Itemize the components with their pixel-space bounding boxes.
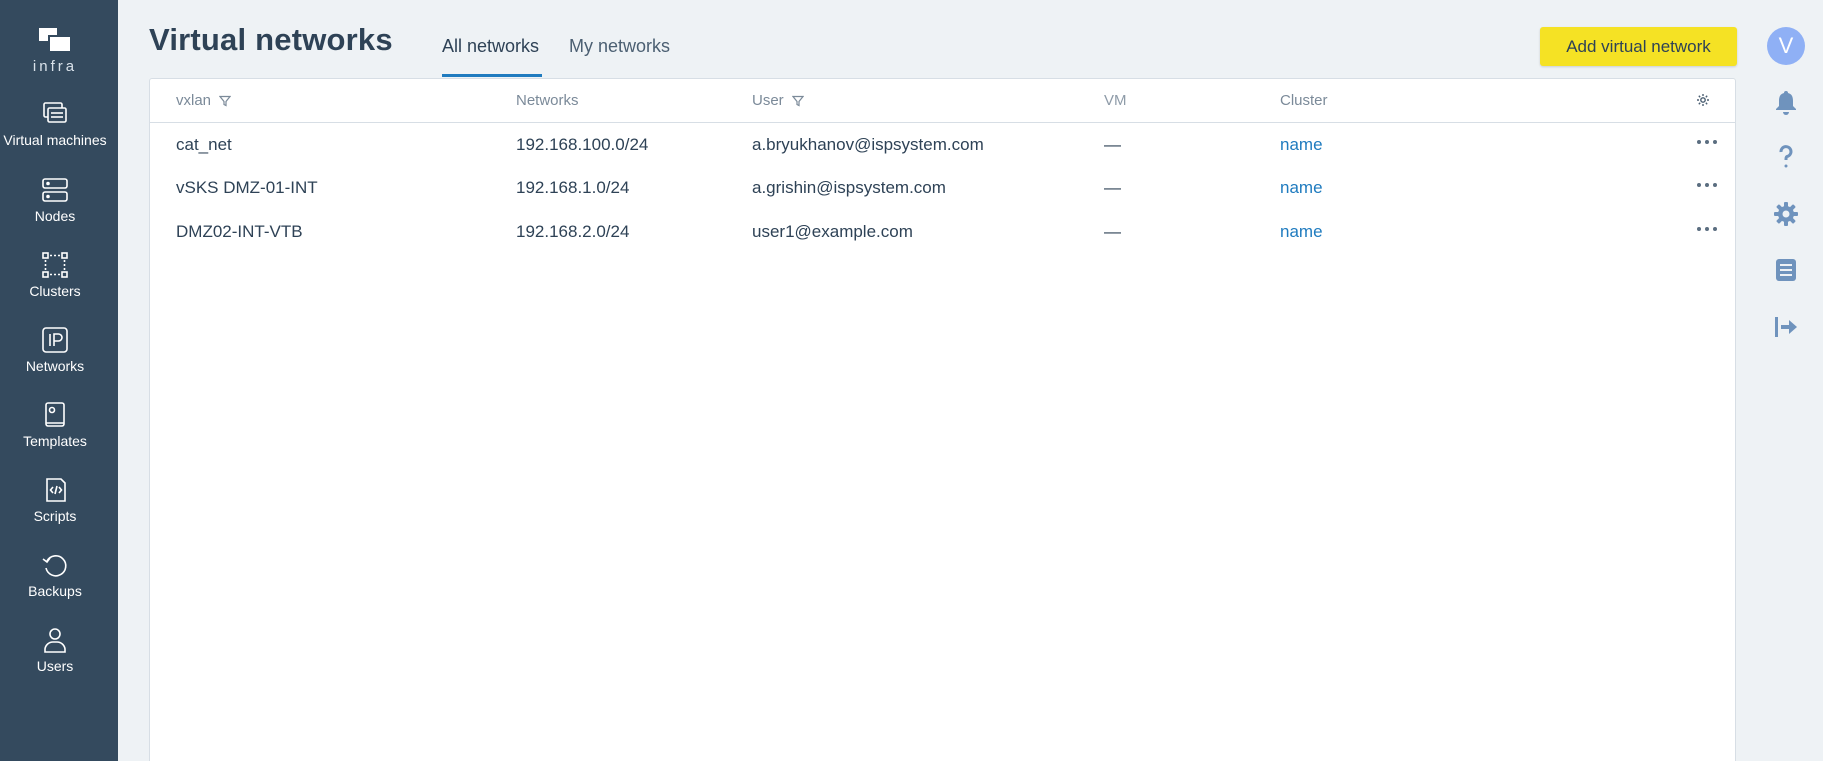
table-row[interactable]: vSKS DMZ-01-INT 192.168.1.0/24 a.grishin… [150, 166, 1735, 210]
notifications-button[interactable] [1772, 88, 1800, 116]
tab-all-networks[interactable]: All networks [442, 36, 539, 57]
column-header-label: VM [1104, 92, 1127, 109]
cell-cluster-link[interactable]: name [1280, 135, 1323, 155]
sidebar-item-label: Backups [28, 583, 82, 599]
list-icon [1776, 259, 1796, 281]
log-button[interactable] [1772, 256, 1800, 284]
column-header-cluster[interactable]: Cluster [1280, 92, 1328, 109]
column-header-networks[interactable]: Networks [516, 92, 579, 109]
sidebar-item-label: Users [36, 658, 74, 674]
settings-icon [1774, 202, 1798, 226]
sidebar-item-label: Networks [25, 358, 85, 374]
settings-button[interactable] [1772, 200, 1800, 228]
cell-vm: — [1104, 135, 1121, 154]
filter-icon[interactable] [791, 95, 804, 107]
logo[interactable]: infra [0, 26, 110, 75]
sidebar-item-networks[interactable]: Networks [0, 326, 110, 374]
cell-user: a.grishin@ispsystem.com [752, 178, 946, 197]
sidebar-item-label: Virtual machines [3, 132, 107, 148]
column-header-label: Networks [516, 92, 579, 109]
sidebar-item-label: Clusters [29, 283, 81, 299]
cell-user: user1@example.com [752, 222, 913, 241]
sidebar-item-label: Nodes [34, 208, 76, 224]
sidebar-item-nodes[interactable]: Nodes [0, 176, 110, 224]
nodes-icon [42, 178, 68, 202]
sidebar-item-virtual-machines[interactable]: Virtual machines [0, 100, 110, 148]
sidebar-item-scripts[interactable]: Scripts [0, 476, 110, 524]
table-header: vxlan Networks User VM Cluster [150, 79, 1735, 123]
help-icon [1779, 145, 1793, 168]
users-icon [44, 628, 66, 653]
logo-text: infra [32, 58, 78, 75]
cell-vxlan: cat_net [176, 135, 232, 154]
filter-icon[interactable] [219, 95, 232, 107]
cell-networks: 192.168.1.0/24 [516, 178, 630, 197]
backups-icon [42, 555, 67, 577]
table-row[interactable]: DMZ02-INT-VTB 192.168.2.0/24 user1@examp… [150, 210, 1735, 254]
cell-cluster-link[interactable]: name [1280, 178, 1323, 198]
ip-icon [42, 327, 68, 353]
column-header-user[interactable]: User [752, 92, 804, 109]
page-title: Virtual networks [149, 22, 393, 57]
sidebar-item-label: Scripts [33, 508, 77, 524]
cell-vxlan: vSKS DMZ-01-INT [176, 178, 318, 197]
logout-button[interactable] [1772, 313, 1800, 341]
clusters-icon [42, 252, 68, 278]
row-menu-icon[interactable] [1693, 218, 1721, 240]
templates-icon [45, 402, 65, 427]
cell-cluster-link[interactable]: name [1280, 222, 1323, 242]
table-row[interactable]: cat_net 192.168.100.0/24 a.bryukhanov@is… [150, 123, 1735, 167]
logout-icon [1775, 317, 1797, 337]
column-header-vm[interactable]: VM [1104, 92, 1127, 109]
row-menu-icon[interactable] [1693, 131, 1721, 153]
row-menu-icon[interactable] [1693, 174, 1721, 196]
column-settings-icon[interactable] [1696, 93, 1710, 107]
scripts-icon [46, 478, 66, 502]
sidebar-item-backups[interactable]: Backups [0, 551, 110, 599]
cell-user: a.bryukhanov@ispsystem.com [752, 135, 984, 154]
networks-table: vxlan Networks User VM Cluster cat_net 1… [149, 78, 1736, 761]
add-virtual-network-button[interactable]: Add virtual network [1540, 27, 1737, 66]
help-button[interactable] [1772, 143, 1800, 171]
avatar[interactable]: V [1767, 27, 1805, 65]
sidebar-item-users[interactable]: Users [0, 626, 110, 674]
sidebar: infra Virtual machines Nodes Clusters Ne… [0, 0, 118, 761]
cell-networks: 192.168.2.0/24 [516, 222, 630, 241]
column-header-label: User [752, 92, 784, 109]
active-tab-indicator [442, 74, 542, 77]
bell-icon [1776, 91, 1796, 115]
sidebar-item-label: Templates [23, 433, 87, 449]
cell-networks: 192.168.100.0/24 [516, 135, 649, 154]
logo-icon [39, 28, 72, 53]
sidebar-item-clusters[interactable]: Clusters [0, 251, 110, 299]
cell-vm: — [1104, 178, 1121, 197]
cell-vm: — [1104, 222, 1121, 241]
sidebar-item-templates[interactable]: Templates [0, 401, 110, 449]
tab-my-networks[interactable]: My networks [569, 36, 670, 57]
cell-vxlan: DMZ02-INT-VTB [176, 222, 303, 241]
column-header-vxlan[interactable]: vxlan [176, 92, 232, 109]
column-header-label: Cluster [1280, 92, 1328, 109]
column-header-label: vxlan [176, 92, 212, 109]
virtual-machines-icon [43, 102, 67, 123]
